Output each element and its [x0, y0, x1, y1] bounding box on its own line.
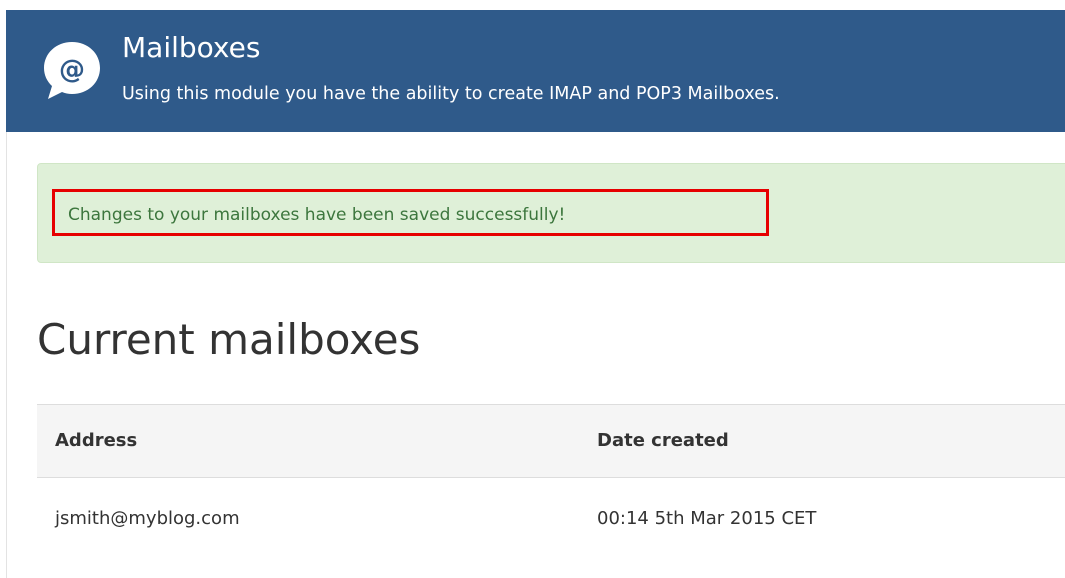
mailbox-date-created-cell: 00:14 5th Mar 2015 CET — [597, 508, 817, 529]
mailbox-address-cell: jsmith@myblog.com — [55, 508, 240, 529]
module-header: @ Mailboxes Using this module you have t… — [6, 10, 1065, 132]
annotation-highlight-box — [52, 189, 769, 236]
table-row: jsmith@myblog.com 00:14 5th Mar 2015 CET — [37, 478, 1065, 560]
page-subtitle: Using this module you have the ability t… — [122, 84, 780, 104]
svg-text:@: @ — [59, 55, 85, 85]
content-left-border — [6, 132, 7, 578]
section-title: Current mailboxes — [37, 315, 421, 364]
page: @ Mailboxes Using this module you have t… — [0, 0, 1065, 578]
page-title: Mailboxes — [122, 31, 261, 64]
at-sign-speech-bubble-icon: @ — [44, 42, 100, 99]
mailboxes-table: Address Date created jsmith@myblog.com 0… — [37, 404, 1065, 560]
column-header-address: Address — [55, 430, 138, 451]
table-header-row: Address Date created — [37, 404, 1065, 478]
column-header-date-created: Date created — [597, 430, 729, 451]
